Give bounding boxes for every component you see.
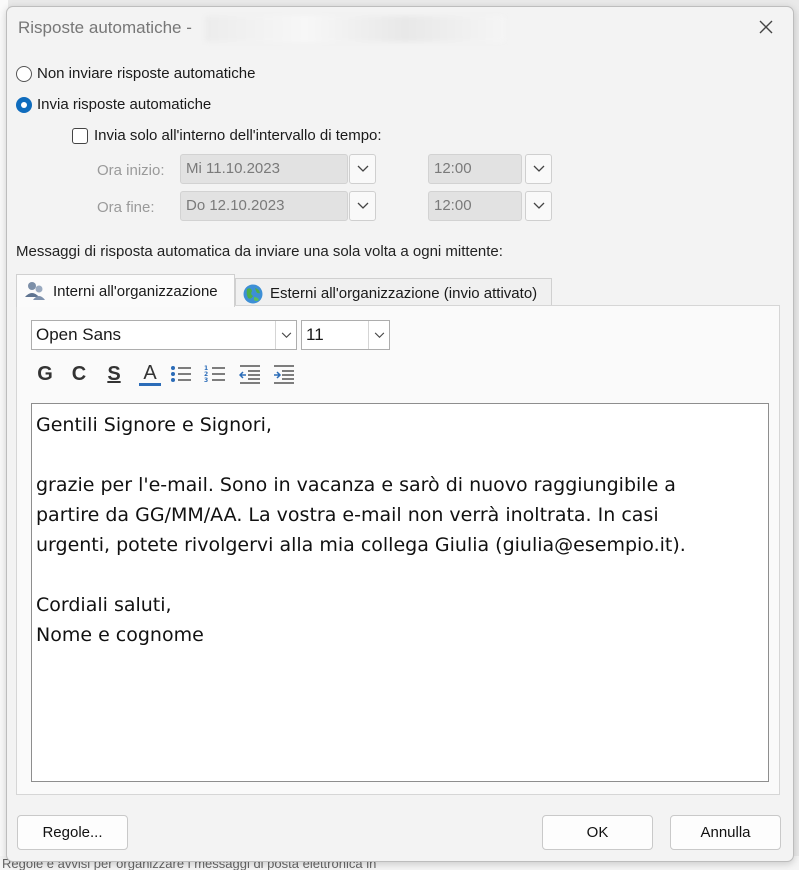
message-section-label: Messaggi di risposta automatica da invia…	[16, 243, 503, 260]
radio-no-reply-circle[interactable]	[16, 65, 32, 82]
numbered-list-button[interactable]: 1 2 3	[201, 359, 229, 389]
bold-glyph: G	[37, 362, 53, 385]
radio-send-reply-label: Invia risposte automatiche	[37, 96, 212, 113]
editor-line: urgenti, potete rivolgervi alla mia coll…	[36, 534, 686, 556]
bold-button[interactable]: G	[31, 359, 59, 389]
font-size-select[interactable]: 11	[301, 320, 390, 350]
editor-line: Gentili Signore e Signori,	[36, 414, 272, 436]
underline-glyph: S	[107, 362, 121, 385]
redacted-account-name	[205, 16, 505, 42]
message-editor[interactable]: Gentili Signore e Signori, grazie per l'…	[31, 403, 769, 782]
end-time-dropdown[interactable]	[525, 191, 552, 221]
time-range-checkbox-row[interactable]: Invia solo all'interno dell'intervallo d…	[72, 127, 382, 144]
end-time-input[interactable]: 12:00	[428, 191, 522, 221]
tab-external-label: Esterni all'organizzazione (invio attiva…	[270, 285, 538, 302]
font-family-dropdown[interactable]	[275, 321, 296, 349]
end-date-dropdown[interactable]	[349, 191, 376, 221]
editor-line: Cordiali saluti,	[36, 594, 172, 616]
font-color-swatch	[139, 382, 161, 386]
increase-indent-icon	[274, 365, 294, 384]
bullet-list-button[interactable]	[167, 359, 195, 389]
underline-button[interactable]: S	[100, 359, 128, 389]
decrease-indent-button[interactable]	[236, 359, 264, 389]
radio-no-reply-label: Non inviare risposte automatiche	[37, 65, 256, 82]
increase-indent-button[interactable]	[270, 359, 298, 389]
editor-line: grazie per l'e-mail. Sono in vacanza e s…	[36, 474, 676, 496]
dialog-title: Risposte automatiche -	[18, 18, 192, 37]
end-time-label: Ora fine:	[97, 199, 155, 216]
font-size-dropdown[interactable]	[368, 321, 389, 349]
chevron-down-icon	[533, 165, 544, 172]
ok-button[interactable]: OK	[542, 815, 653, 850]
rules-button[interactable]: Regole...	[17, 815, 128, 850]
auto-reply-dialog: Risposte automatiche - Non inviare rispo…	[6, 6, 794, 862]
start-time-dropdown[interactable]	[525, 154, 552, 184]
svg-text:3: 3	[204, 377, 208, 384]
time-range-checkbox[interactable]	[72, 127, 88, 144]
font-family-value: Open Sans	[36, 325, 122, 344]
font-family-select[interactable]: Open Sans	[31, 320, 297, 350]
font-size-value: 11	[306, 325, 324, 344]
tab-internal-label: Interni all'organizzazione	[53, 282, 218, 300]
end-date-input[interactable]: Do 12.10.2023	[180, 191, 348, 221]
editor-blank-line	[36, 560, 764, 590]
time-range-label: Invia solo all'interno dell'intervallo d…	[94, 127, 382, 144]
numbered-list-icon: 1 2 3	[204, 365, 225, 384]
decrease-indent-icon	[239, 365, 260, 384]
globe-icon	[243, 284, 263, 303]
editor-line: Nome e cognome	[36, 624, 204, 646]
close-button[interactable]	[751, 13, 781, 41]
font-color-button[interactable]: A	[136, 359, 164, 389]
radio-no-reply[interactable]: Non inviare risposte automatiche	[16, 65, 255, 82]
chevron-down-icon	[357, 202, 368, 209]
italic-button[interactable]: C	[65, 359, 93, 389]
people-icon	[25, 282, 45, 300]
close-icon	[759, 20, 773, 34]
radio-send-reply[interactable]: Invia risposte automatiche	[16, 96, 211, 113]
tab-internal[interactable]: Interni all'organizzazione	[16, 274, 235, 307]
tab-external[interactable]: Esterni all'organizzazione (invio attiva…	[235, 278, 552, 308]
start-date-input[interactable]: Mi 11.10.2023	[180, 154, 348, 184]
cancel-button[interactable]: Annulla	[670, 815, 781, 850]
chevron-down-icon	[281, 331, 291, 338]
title-bar: Risposte automatiche -	[7, 7, 793, 47]
bullet-list-icon	[171, 366, 191, 382]
start-date-dropdown[interactable]	[349, 154, 376, 184]
message-panel: Open Sans 11 G C S A 1 2 3 Gentili Signo…	[16, 305, 780, 795]
italic-glyph: C	[71, 362, 87, 385]
editor-blank-line	[36, 440, 764, 470]
chevron-down-icon	[533, 202, 544, 209]
start-time-label: Ora inizio:	[97, 162, 165, 179]
font-color-glyph: A	[143, 361, 157, 384]
start-time-input[interactable]: 12:00	[428, 154, 522, 184]
chevron-down-icon	[374, 331, 384, 338]
radio-send-reply-circle[interactable]	[16, 96, 32, 113]
chevron-down-icon	[357, 165, 368, 172]
editor-line: partire da GG/MM/AA. La vostra e-mail no…	[36, 504, 659, 526]
